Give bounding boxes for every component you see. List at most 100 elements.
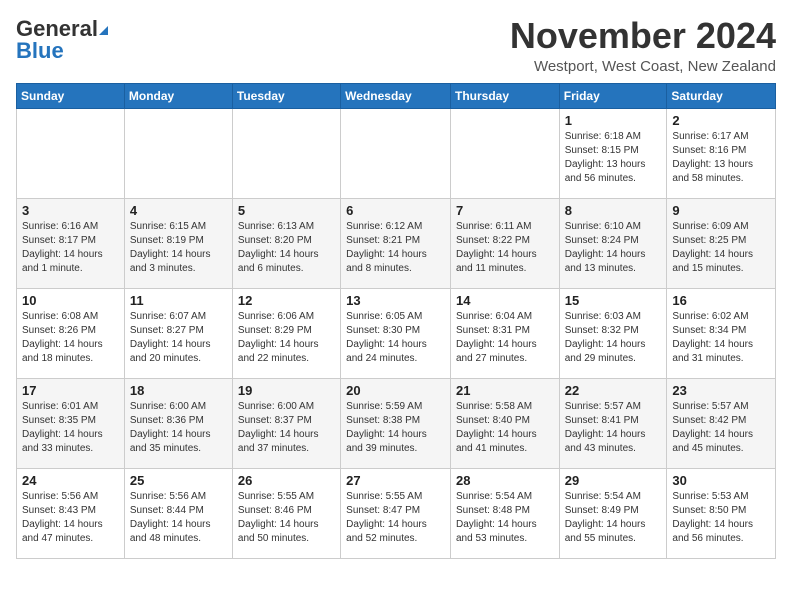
- calendar-day-header: Friday: [559, 83, 667, 108]
- day-info: Sunrise: 6:16 AMSunset: 8:17 PMDaylight:…: [22, 220, 119, 276]
- calendar-day-cell: 21 Sunrise: 5:58 AMSunset: 8:40 PMDayligh…: [450, 378, 559, 468]
- day-info: Sunrise: 5:55 AMSunset: 8:46 PMDaylight:…: [238, 490, 335, 546]
- calendar-day-cell: [341, 108, 451, 198]
- calendar-day-header: Wednesday: [341, 83, 451, 108]
- day-info: Sunrise: 5:53 AMSunset: 8:50 PMDaylight:…: [672, 490, 770, 546]
- month-title: November 2024: [510, 16, 776, 56]
- day-info: Sunrise: 6:11 AMSunset: 8:22 PMDaylight:…: [456, 220, 554, 276]
- day-number: 29: [565, 473, 662, 488]
- calendar-day-cell: 28 Sunrise: 5:54 AMSunset: 8:48 PMDayligh…: [450, 468, 559, 558]
- day-info: Sunrise: 5:56 AMSunset: 8:44 PMDaylight:…: [130, 490, 227, 546]
- calendar-day-cell: [450, 108, 559, 198]
- calendar-day-cell: 10 Sunrise: 6:08 AMSunset: 8:26 PMDayligh…: [17, 288, 125, 378]
- calendar-header-row: SundayMondayTuesdayWednesdayThursdayFrid…: [17, 83, 776, 108]
- logo-arrow-icon: [99, 26, 108, 35]
- day-number: 1: [565, 113, 662, 128]
- day-number: 5: [238, 203, 335, 218]
- day-info: Sunrise: 5:56 AMSunset: 8:43 PMDaylight:…: [22, 490, 119, 546]
- day-info: Sunrise: 5:57 AMSunset: 8:42 PMDaylight:…: [672, 400, 770, 456]
- calendar-day-cell: 3 Sunrise: 6:16 AMSunset: 8:17 PMDaylight…: [17, 198, 125, 288]
- day-number: 10: [22, 293, 119, 308]
- day-number: 6: [346, 203, 445, 218]
- calendar-day-cell: 15 Sunrise: 6:03 AMSunset: 8:32 PMDayligh…: [559, 288, 667, 378]
- day-number: 13: [346, 293, 445, 308]
- day-info: Sunrise: 5:57 AMSunset: 8:41 PMDaylight:…: [565, 400, 662, 456]
- calendar-day-cell: [232, 108, 340, 198]
- day-info: Sunrise: 6:08 AMSunset: 8:26 PMDaylight:…: [22, 310, 119, 366]
- day-number: 19: [238, 383, 335, 398]
- day-info: Sunrise: 6:12 AMSunset: 8:21 PMDaylight:…: [346, 220, 445, 276]
- day-info: Sunrise: 6:02 AMSunset: 8:34 PMDaylight:…: [672, 310, 770, 366]
- calendar-day-cell: 11 Sunrise: 6:07 AMSunset: 8:27 PMDayligh…: [124, 288, 232, 378]
- calendar-day-cell: 22 Sunrise: 5:57 AMSunset: 8:41 PMDayligh…: [559, 378, 667, 468]
- day-number: 28: [456, 473, 554, 488]
- day-info: Sunrise: 5:58 AMSunset: 8:40 PMDaylight:…: [456, 400, 554, 456]
- calendar-day-cell: 1Sunrise: 6:18 AMSunset: 8:15 PMDaylight…: [559, 108, 667, 198]
- calendar-day-cell: [124, 108, 232, 198]
- day-number: 24: [22, 473, 119, 488]
- calendar-day-cell: 13 Sunrise: 6:05 AMSunset: 8:30 PMDayligh…: [341, 288, 451, 378]
- calendar-day-header: Sunday: [17, 83, 125, 108]
- calendar-table: SundayMondayTuesdayWednesdayThursdayFrid…: [16, 83, 776, 559]
- calendar-day-cell: 20 Sunrise: 5:59 AMSunset: 8:38 PMDayligh…: [341, 378, 451, 468]
- page-header: General Blue November 2024 Westport, Wes…: [16, 16, 776, 75]
- day-info: Sunrise: 6:07 AMSunset: 8:27 PMDaylight:…: [130, 310, 227, 366]
- day-number: 21: [456, 383, 554, 398]
- day-number: 15: [565, 293, 662, 308]
- day-number: 27: [346, 473, 445, 488]
- day-info: Sunrise: 5:55 AMSunset: 8:47 PMDaylight:…: [346, 490, 445, 546]
- day-info: Sunrise: 6:00 AMSunset: 8:36 PMDaylight:…: [130, 400, 227, 456]
- day-info: Sunrise: 6:13 AMSunset: 8:20 PMDaylight:…: [238, 220, 335, 276]
- day-number: 4: [130, 203, 227, 218]
- calendar-day-cell: 2 Sunrise: 6:17 AMSunset: 8:16 PMDaylight…: [667, 108, 776, 198]
- day-number: 25: [130, 473, 227, 488]
- day-info: Sunrise: 6:17 AMSunset: 8:16 PMDaylight:…: [672, 130, 770, 186]
- day-number: 11: [130, 293, 227, 308]
- day-number: 16: [672, 293, 770, 308]
- day-info: Sunrise: 5:59 AMSunset: 8:38 PMDaylight:…: [346, 400, 445, 456]
- calendar-day-header: Monday: [124, 83, 232, 108]
- day-info: Sunrise: 6:09 AMSunset: 8:25 PMDaylight:…: [672, 220, 770, 276]
- logo-blue: Blue: [16, 38, 64, 64]
- calendar-day-cell: 6 Sunrise: 6:12 AMSunset: 8:21 PMDaylight…: [341, 198, 451, 288]
- calendar-week-row: 3 Sunrise: 6:16 AMSunset: 8:17 PMDaylight…: [17, 198, 776, 288]
- calendar-day-cell: 24 Sunrise: 5:56 AMSunset: 8:43 PMDayligh…: [17, 468, 125, 558]
- calendar-day-cell: 30Sunrise: 5:53 AMSunset: 8:50 PMDayligh…: [667, 468, 776, 558]
- day-info: Sunrise: 6:10 AMSunset: 8:24 PMDaylight:…: [565, 220, 662, 276]
- calendar-day-cell: 16 Sunrise: 6:02 AMSunset: 8:34 PMDayligh…: [667, 288, 776, 378]
- day-number: 14: [456, 293, 554, 308]
- calendar-day-header: Thursday: [450, 83, 559, 108]
- title-block: November 2024 Westport, West Coast, New …: [510, 16, 776, 75]
- day-info: Sunrise: 6:03 AMSunset: 8:32 PMDaylight:…: [565, 310, 662, 366]
- day-info: Sunrise: 6:05 AMSunset: 8:30 PMDaylight:…: [346, 310, 445, 366]
- calendar-day-cell: 19Sunrise: 6:00 AMSunset: 8:37 PMDayligh…: [232, 378, 340, 468]
- day-number: 22: [565, 383, 662, 398]
- calendar-day-cell: 17Sunrise: 6:01 AMSunset: 8:35 PMDayligh…: [17, 378, 125, 468]
- calendar-day-cell: 4Sunrise: 6:15 AMSunset: 8:19 PMDaylight…: [124, 198, 232, 288]
- calendar-week-row: 1Sunrise: 6:18 AMSunset: 8:15 PMDaylight…: [17, 108, 776, 198]
- day-number: 20: [346, 383, 445, 398]
- location-subtitle: Westport, West Coast, New Zealand: [510, 58, 776, 75]
- day-info: Sunrise: 5:54 AMSunset: 8:49 PMDaylight:…: [565, 490, 662, 546]
- calendar-week-row: 17Sunrise: 6:01 AMSunset: 8:35 PMDayligh…: [17, 378, 776, 468]
- day-info: Sunrise: 5:54 AMSunset: 8:48 PMDaylight:…: [456, 490, 554, 546]
- calendar-day-cell: 27 Sunrise: 5:55 AMSunset: 8:47 PMDayligh…: [341, 468, 451, 558]
- day-number: 7: [456, 203, 554, 218]
- calendar-day-cell: 12 Sunrise: 6:06 AMSunset: 8:29 PMDayligh…: [232, 288, 340, 378]
- calendar-day-cell: [17, 108, 125, 198]
- calendar-week-row: 24 Sunrise: 5:56 AMSunset: 8:43 PMDayligh…: [17, 468, 776, 558]
- calendar-day-cell: 25 Sunrise: 5:56 AMSunset: 8:44 PMDayligh…: [124, 468, 232, 558]
- day-number: 23: [672, 383, 770, 398]
- calendar-day-cell: 7 Sunrise: 6:11 AMSunset: 8:22 PMDaylight…: [450, 198, 559, 288]
- calendar-day-cell: 29 Sunrise: 5:54 AMSunset: 8:49 PMDayligh…: [559, 468, 667, 558]
- day-number: 12: [238, 293, 335, 308]
- calendar-day-cell: 18Sunrise: 6:00 AMSunset: 8:36 PMDayligh…: [124, 378, 232, 468]
- calendar-week-row: 10 Sunrise: 6:08 AMSunset: 8:26 PMDayligh…: [17, 288, 776, 378]
- calendar-day-cell: 9Sunrise: 6:09 AMSunset: 8:25 PMDaylight…: [667, 198, 776, 288]
- calendar-day-header: Tuesday: [232, 83, 340, 108]
- day-info: Sunrise: 6:06 AMSunset: 8:29 PMDaylight:…: [238, 310, 335, 366]
- calendar-day-cell: 8Sunrise: 6:10 AMSunset: 8:24 PMDaylight…: [559, 198, 667, 288]
- day-number: 2: [672, 113, 770, 128]
- day-number: 3: [22, 203, 119, 218]
- day-info: Sunrise: 6:01 AMSunset: 8:35 PMDaylight:…: [22, 400, 119, 456]
